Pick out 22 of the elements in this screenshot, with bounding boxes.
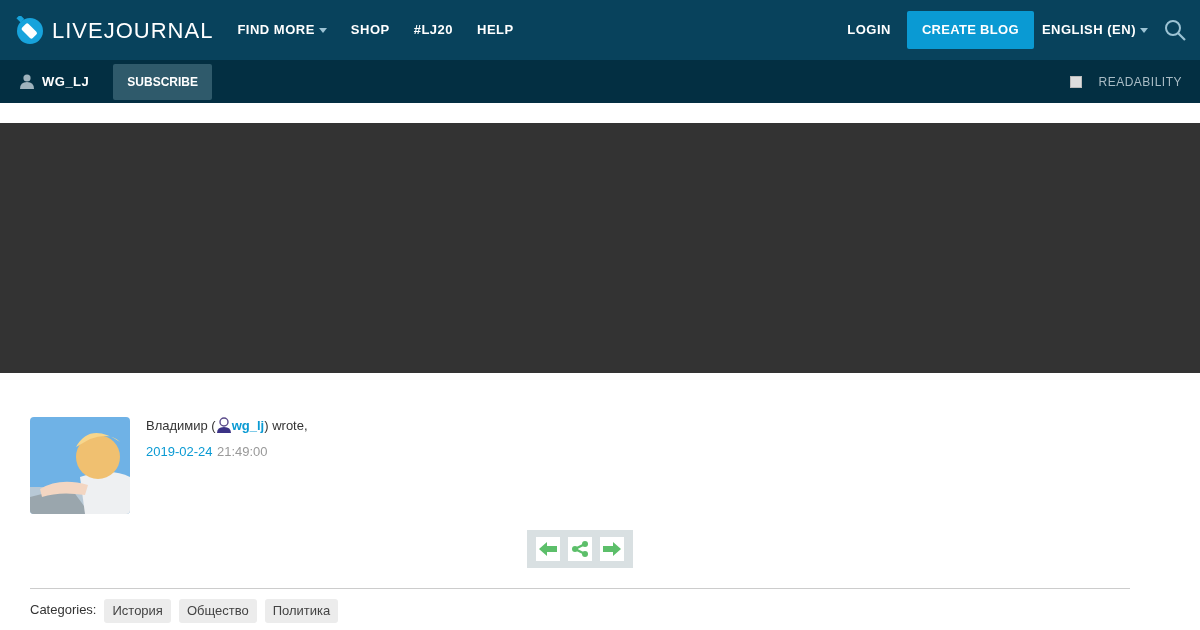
user-icon — [215, 417, 232, 433]
category-tag[interactable]: Политика — [264, 599, 339, 623]
readability-label[interactable]: READABILITY — [1098, 72, 1182, 91]
post-time: 21:49:00 — [216, 443, 268, 459]
find-more-dropdown[interactable]: FIND MORE — [237, 20, 327, 40]
nav-link[interactable]: SHOP — [350, 20, 390, 40]
author-line: Владимир ( wg_lj) wrote, — [146, 417, 308, 435]
nav-link[interactable]: HELP — [477, 20, 514, 40]
user-icon — [20, 74, 34, 89]
login-link[interactable]: LOGIN — [847, 20, 891, 40]
search-icon[interactable] — [1164, 19, 1186, 41]
caret-icon — [1140, 27, 1148, 33]
categories-label: Categories: — [30, 602, 97, 620]
logo-icon[interactable] — [16, 16, 44, 44]
subscribe-button[interactable]: SUBSCRIBE — [113, 63, 212, 100]
readability-checkbox[interactable] — [1070, 75, 1083, 88]
category-tag[interactable]: Общество — [178, 599, 257, 623]
nav-link[interactable]: #LJ20 — [413, 20, 454, 40]
category-tag[interactable]: История — [104, 599, 171, 623]
username-link[interactable]: WG_LJ — [42, 71, 90, 92]
language-dropdown[interactable]: ENGLISH (EN) — [1041, 20, 1148, 40]
logo-text[interactable]: LIVEJOURNAL — [52, 13, 214, 47]
